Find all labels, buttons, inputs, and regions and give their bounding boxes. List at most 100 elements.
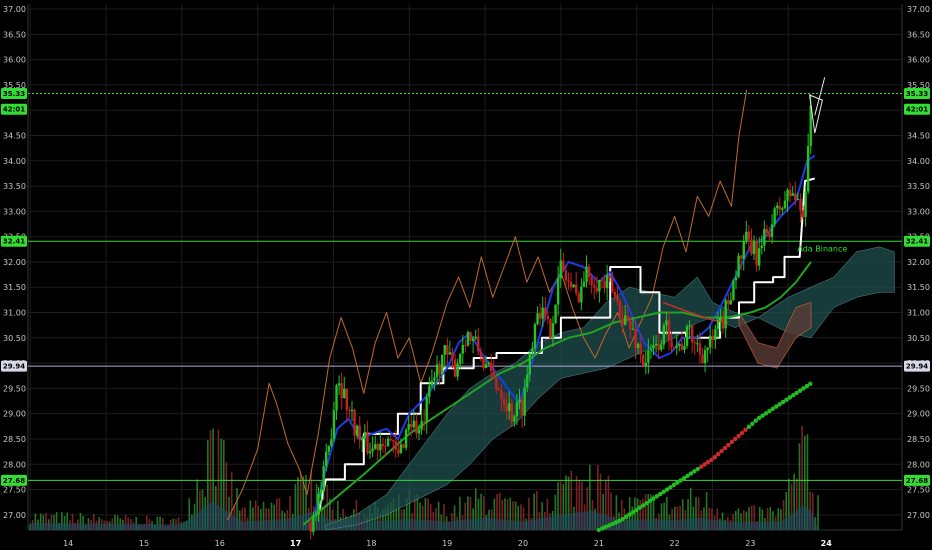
candle-body [471, 338, 475, 341]
y-tick-label: 32.00 [3, 258, 26, 267]
candle-body [482, 356, 485, 369]
x-tick-label: 17 [290, 539, 301, 548]
y-tick-label: 36.50 [907, 30, 930, 39]
candle-body [325, 451, 328, 467]
dot-point [750, 421, 755, 426]
candle-body [505, 404, 508, 412]
badge-right-text: 29.94 [906, 363, 928, 371]
candle-body [453, 359, 457, 377]
candle-body [343, 388, 346, 398]
candle-body [678, 343, 681, 346]
candle-body [477, 336, 480, 352]
x-tick-label: 22 [669, 539, 679, 548]
y-tick-label: 33.00 [3, 207, 26, 216]
y-tick-label: 36.50 [3, 30, 26, 39]
candle-body [366, 431, 369, 454]
x-tick-label: 14 [63, 539, 73, 548]
candle-body [518, 399, 521, 403]
candle-body [348, 410, 351, 412]
candle-body [739, 255, 743, 259]
candle-body [381, 443, 385, 446]
candle-body [737, 255, 740, 278]
candle-body [786, 189, 789, 201]
candle-body [386, 438, 390, 447]
candle-body [634, 329, 637, 348]
candle-body [572, 284, 575, 288]
candle-body [580, 286, 583, 303]
y-tick-label: 28.50 [3, 435, 26, 444]
y-tick-label: 27.00 [3, 511, 26, 520]
price-chart[interactable]: 37.0036.5036.0035.5035.0034.5034.0033.50… [0, 0, 932, 550]
candle-body [433, 377, 436, 381]
candle-body [528, 352, 532, 375]
candle-body [631, 329, 635, 331]
y-tick-label: 37.00 [3, 5, 26, 14]
candle-body [701, 354, 704, 364]
candle-body [379, 443, 382, 451]
candle-body [459, 353, 462, 364]
dot-point [715, 451, 721, 457]
candle-body [507, 403, 511, 412]
candle-body [523, 387, 526, 416]
candle-body [407, 424, 410, 430]
candle-body [536, 313, 539, 325]
y-tick-label: 33.00 [907, 207, 930, 216]
candle-body [618, 300, 622, 318]
dot-point [743, 427, 748, 433]
candle-body [567, 280, 570, 282]
candle-body [616, 295, 619, 301]
y-tick-label: 27.50 [907, 486, 930, 495]
y-tick-label: 37.00 [907, 5, 930, 14]
candle-body [322, 466, 325, 490]
candle-body [639, 343, 642, 355]
x-tick-label: 24 [821, 539, 833, 548]
y-tick-label: 30.50 [907, 334, 930, 343]
candle-body [750, 239, 753, 254]
candle-body [611, 278, 614, 292]
candle-body [688, 325, 691, 327]
badge-left-text: 32.41 [3, 238, 25, 246]
badge-left-text: 42:01 [3, 106, 25, 114]
candle-body [675, 345, 678, 348]
y-tick-label: 29.50 [907, 384, 930, 393]
candle-body [489, 362, 493, 372]
candle-body [474, 336, 477, 339]
candle-body [417, 429, 421, 434]
candle-body [709, 335, 712, 348]
candle-body [415, 420, 418, 434]
candle-body [629, 321, 632, 330]
candle-body [575, 284, 578, 294]
candle-body [435, 364, 439, 378]
candle-body [711, 335, 714, 341]
y-tick-label: 30.50 [3, 334, 26, 343]
candle-body [801, 210, 805, 217]
candle-body [623, 315, 627, 325]
candle-body [544, 307, 547, 316]
y-tick-label: 29.00 [3, 410, 26, 419]
badge-left-text: 27.68 [3, 477, 25, 485]
candle-body [621, 317, 624, 325]
y-axis-right: 37.0036.5036.0035.5035.0034.5034.0033.50… [907, 5, 930, 520]
candle-body [392, 439, 395, 442]
candle-body [546, 315, 550, 320]
candle-body [585, 266, 588, 282]
badge-left-text: 35.33 [3, 90, 25, 98]
candle-body [706, 347, 709, 350]
candle-body [404, 429, 408, 448]
dot-point [746, 424, 752, 430]
dot-point [726, 442, 731, 448]
candle-body [469, 332, 472, 341]
candle-body [660, 344, 663, 350]
y-tick-label: 31.00 [907, 309, 930, 318]
candle-body [703, 349, 707, 364]
candle-body [448, 352, 452, 355]
candle-body [783, 200, 787, 209]
candle-body [799, 198, 802, 211]
candle-body [605, 275, 609, 289]
y-tick-label: 33.50 [3, 182, 26, 191]
candle-body [443, 345, 446, 355]
y-tick-label: 28.50 [907, 435, 930, 444]
candle-body [412, 420, 416, 428]
dot-point [719, 448, 724, 454]
candle-body [680, 343, 684, 350]
